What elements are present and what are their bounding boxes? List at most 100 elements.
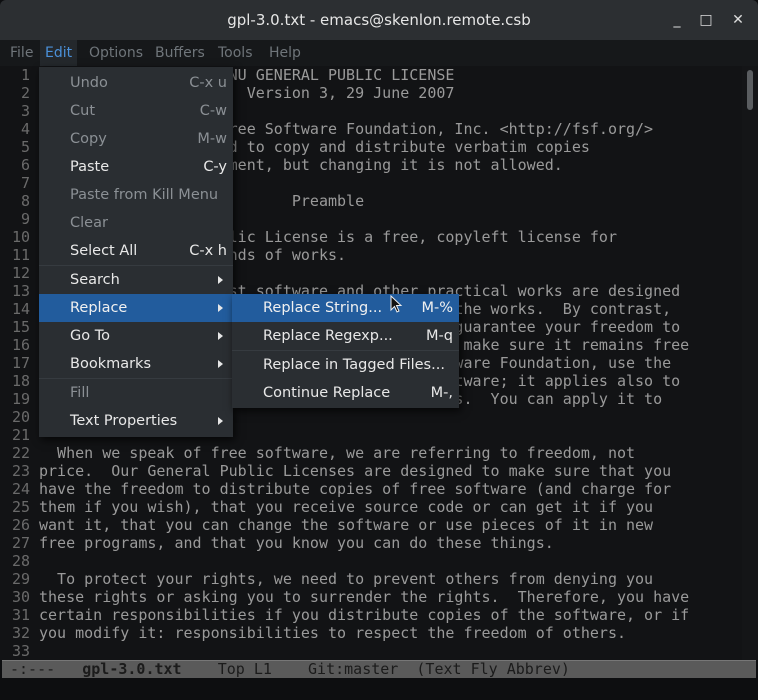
menu-item-fill[interactable]: Fill	[39, 379, 233, 407]
menu-bar: File Edit Options Buffers Tools Help	[0, 40, 758, 68]
editor-line: 25 them if you wish), that you receive so…	[0, 498, 742, 516]
scrollbar[interactable]	[742, 66, 758, 660]
modeline-vc: Git:master	[308, 660, 399, 678]
menu-item-replace-regexp[interactable]: Replace Regexp... M-q	[232, 322, 459, 350]
line-text: To protect your rights, we need to preve…	[39, 570, 654, 588]
line-number: 4	[20, 120, 30, 138]
menu-item-shortcut: M-q	[426, 328, 453, 344]
editor-line: 27 free programs, and that you know you c…	[0, 534, 742, 552]
menu-file[interactable]: File	[5, 40, 38, 66]
editor-line: 30 these rights or asking you to surrende…	[0, 588, 742, 606]
editor-line: 23 price. Our General Public Licenses are…	[0, 462, 742, 480]
line-number: 9	[20, 210, 30, 228]
editor-line: 24 have the freedom to distribute copies …	[0, 480, 742, 498]
line-number: 26	[11, 516, 30, 534]
line-text: want it, that you can change the softwar…	[39, 516, 654, 534]
menu-item-label: Continue Replace	[263, 385, 391, 401]
menu-item-label: Search	[70, 272, 120, 288]
menu-item-clear[interactable]: Clear	[39, 209, 233, 237]
menu-item-label: Fill	[70, 385, 90, 401]
line-number: 11	[11, 246, 30, 264]
menu-item-search[interactable]: Search	[39, 266, 233, 294]
modeline-status: -:---	[10, 660, 56, 678]
line-number: 13	[11, 282, 30, 300]
menu-item-replace[interactable]: Replace	[39, 294, 233, 322]
editor-line: 32 you modify it: responsibilities to res…	[0, 624, 742, 642]
line-number: 15	[11, 318, 30, 336]
menu-item-text-properties[interactable]: Text Properties	[39, 407, 233, 435]
close-icon[interactable]: ✕	[723, 0, 753, 40]
menu-item-replace-string[interactable]: Replace String... M-%	[232, 294, 459, 322]
menu-item-shortcut: M-%	[421, 300, 453, 316]
modeline-position: Top L1	[217, 660, 272, 678]
menu-help[interactable]: Help	[264, 40, 306, 66]
line-number: 12	[11, 264, 30, 282]
menu-item-select-all[interactable]: Select All C-x h	[39, 237, 233, 265]
replace-submenu: Replace String... M-% Replace Regexp... M-q…	[232, 294, 459, 408]
line-number: 10	[11, 228, 30, 246]
submenu-arrow-icon	[218, 417, 223, 425]
line-number: 28	[11, 552, 30, 570]
line-number: 21	[11, 426, 30, 444]
submenu-arrow-icon	[218, 332, 223, 340]
menu-item-label: Paste from Kill Menu	[70, 187, 219, 203]
menu-item-go-to[interactable]: Go To	[39, 322, 233, 350]
menu-item-replace-in-tagged-files[interactable]: Replace in Tagged Files...	[232, 351, 459, 379]
menu-item-bookmarks[interactable]: Bookmarks	[39, 350, 233, 378]
line-text: these rights or asking you to surrender …	[39, 588, 690, 606]
submenu-arrow-icon	[218, 304, 223, 312]
editor-line: 26 want it, that you can change the softw…	[0, 516, 742, 534]
line-text: free programs, and that you know you can…	[39, 534, 554, 552]
line-number: 24	[11, 480, 30, 498]
menu-item-shortcut: C-x h	[189, 243, 227, 259]
editor-line: 33	[0, 642, 742, 660]
line-number: 17	[11, 354, 30, 372]
line-number: 3	[20, 102, 30, 120]
menu-item-label: Replace in Tagged Files...	[263, 357, 445, 373]
menu-edit[interactable]: Edit	[40, 40, 78, 68]
editor-line: 22 When we speak of free software, we ar…	[0, 444, 742, 462]
menu-buffers[interactable]: Buffers	[150, 40, 210, 66]
scrollbar-thumb[interactable]	[747, 70, 753, 110]
menu-item-shortcut: C-x u	[189, 75, 227, 91]
line-number: 32	[11, 624, 30, 642]
modeline-modes: (Text Fly Abbrev)	[416, 660, 570, 678]
menu-item-cut[interactable]: Cut C-w	[39, 97, 233, 125]
editor-line: 29 To protect your rights, we need to pr…	[0, 570, 742, 588]
line-number: 23	[11, 462, 30, 480]
menu-item-undo[interactable]: Undo C-x u	[39, 69, 233, 97]
menu-item-label: Undo	[70, 75, 108, 91]
mode-line: -:--- gpl-3.0.txt Top L1 Git:master (Tex…	[2, 660, 756, 678]
minimize-icon[interactable]: _	[662, 0, 692, 40]
line-number: 29	[11, 570, 30, 588]
menu-tools[interactable]: Tools	[213, 40, 258, 66]
menu-item-shortcut: C-y	[203, 159, 227, 175]
line-text: price. Our General Public Licenses are d…	[39, 462, 672, 480]
line-text: them if you wish), that you receive sour…	[39, 498, 654, 516]
menu-separator	[39, 265, 233, 266]
menu-options[interactable]: Options	[84, 40, 148, 66]
line-number: 16	[11, 336, 30, 354]
menu-item-paste[interactable]: Paste C-y	[39, 153, 233, 181]
menu-item-label: Go To	[70, 328, 110, 344]
menu-item-continue-replace[interactable]: Continue Replace M-,	[232, 379, 459, 407]
line-text: When we speak of free software, we are r…	[39, 444, 636, 462]
maximize-icon[interactable]: □	[691, 0, 721, 40]
window-title: gpl-3.0.txt - emacs@skenlon.remote.csb	[227, 11, 531, 29]
menu-item-label: Paste	[70, 159, 110, 175]
menu-item-paste-from-kill-menu[interactable]: Paste from Kill Menu	[39, 181, 233, 209]
line-number: 1	[20, 66, 30, 84]
edit-menu: Undo C-x u Cut C-w Copy M-w Paste C-y Paste from…	[39, 67, 233, 437]
line-number: 7	[20, 174, 30, 192]
menu-item-shortcut: M-,	[430, 385, 453, 401]
minibuffer[interactable]	[0, 679, 758, 700]
menu-separator	[39, 378, 233, 379]
line-number: 18	[11, 372, 30, 390]
line-number: 5	[20, 138, 30, 156]
menu-item-shortcut: C-w	[199, 103, 227, 119]
line-number: 6	[20, 156, 30, 174]
menu-item-label: Copy	[70, 131, 107, 147]
line-number: 33	[11, 642, 30, 660]
menu-item-copy[interactable]: Copy M-w	[39, 125, 233, 153]
line-number: 20	[11, 408, 30, 426]
